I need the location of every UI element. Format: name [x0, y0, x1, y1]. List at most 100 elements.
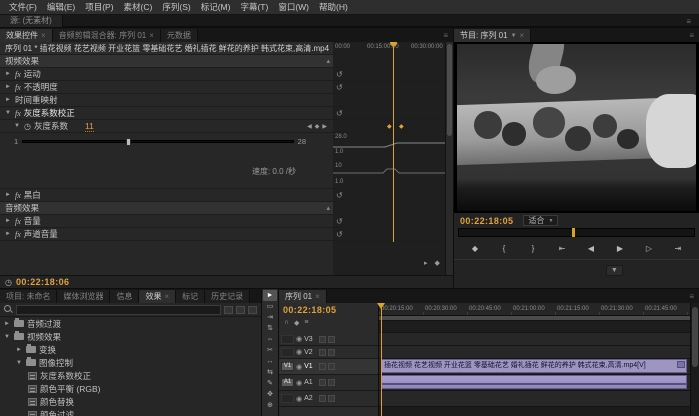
track-header-v3[interactable]: ◉ V3 [279, 333, 378, 346]
effect-item-color-balance-rgb[interactable]: 颜色平衡 (RGB) [0, 382, 261, 395]
mark-out-button[interactable]: } [526, 244, 540, 253]
toggle-animation-stopwatch-icon[interactable]: ◷ [24, 122, 31, 131]
effects-bin-audio-transitions[interactable]: ► 音频过渡 [0, 317, 261, 330]
close-icon[interactable]: × [149, 31, 154, 40]
track-style-icon[interactable] [328, 395, 336, 402]
prev-keyframe-button[interactable]: ◀ [307, 123, 312, 130]
video-clip[interactable]: 插花视频 花艺视频 开业花篮 零基础花艺 婚礼插花 鲜花的养护 韩式花束,高清.… [381, 359, 687, 373]
effects-bin-transform[interactable]: ► 变换 [0, 343, 261, 356]
32bit-effects-filter-icon[interactable] [236, 305, 245, 314]
snap-button[interactable]: ∩ [284, 319, 289, 326]
pen-tool[interactable]: ✎ [263, 378, 277, 389]
track-header-v1[interactable]: V1 ◉ V1 [279, 359, 378, 375]
track-style-icon[interactable] [328, 335, 336, 343]
effect-row-time-remapping[interactable]: ► 时间重映射 [0, 94, 453, 107]
program-timecode[interactable]: 00:22:18:05 [460, 216, 513, 226]
menu-window[interactable]: 窗口(W) [273, 0, 314, 14]
go-to-in-button[interactable]: ⇤ [555, 244, 569, 253]
toggle-track-mute-icon[interactable]: ◉ [296, 379, 302, 387]
tab-media-browser[interactable]: 媒体浏览器 [57, 290, 111, 303]
expand-triangle-icon[interactable]: ► [5, 97, 12, 103]
effect-row-volume[interactable]: ► fx 音量 ↺ [0, 215, 453, 228]
accelerated-effects-filter-icon[interactable] [224, 305, 233, 314]
audio-clip[interactable] [381, 375, 687, 389]
close-icon[interactable]: × [315, 292, 320, 301]
mark-in-button[interactable]: { [497, 244, 511, 253]
expand-triangle-icon[interactable]: ► [5, 231, 12, 237]
timeline-playhead[interactable] [377, 303, 385, 416]
add-marker-button[interactable]: ◆ [468, 244, 482, 253]
zoom-tool[interactable]: ⊕ [263, 400, 277, 411]
effect-controls-playhead[interactable] [390, 42, 397, 242]
close-icon[interactable]: × [41, 31, 46, 40]
effect-controls-scrollbar[interactable] [445, 42, 453, 275]
reset-effect-button[interactable]: ↺ [336, 217, 343, 226]
collapse-triangle-icon[interactable]: ▼ [4, 334, 11, 340]
menu-project[interactable]: 项目(P) [80, 0, 118, 14]
collapse-section-icon[interactable]: ▴ [326, 57, 330, 65]
button-editor-button[interactable]: ▼ [605, 265, 623, 276]
tab-info[interactable]: 信息 [110, 290, 140, 303]
slide-tool[interactable]: ⇆ [263, 367, 277, 378]
yuv-effects-filter-icon[interactable] [248, 305, 257, 314]
toggle-track-output-icon[interactable]: ◉ [296, 348, 302, 356]
program-scrubber[interactable] [458, 228, 695, 237]
effect-row-channel-volume[interactable]: ► fx 声道音量 ↺ [0, 228, 453, 241]
zoom-level-dropdown[interactable]: 适合 ▼ [523, 215, 559, 226]
ripple-edit-tool[interactable]: ⇥ [263, 312, 277, 323]
effect-row-gamma-correction[interactable]: ▼ fx 灰度系数校正 ↺ [0, 107, 453, 120]
effect-row-motion[interactable]: ► fx 运动 ↺ [0, 68, 453, 81]
next-keyframe-button[interactable]: ▶ [322, 123, 327, 130]
effect-row-opacity[interactable]: ► fx 不透明度 ↺ [0, 81, 453, 94]
tab-effects[interactable]: 效果 × [139, 290, 177, 303]
source-patch-v1[interactable]: V1 [281, 362, 294, 371]
expand-triangle-icon[interactable]: ▼ [14, 123, 21, 129]
track-lock-icon[interactable] [319, 395, 327, 402]
track-v1[interactable]: 插花视频 花艺视频 开业花篮 零基础花艺 婚礼插花 鲜花的养护 韩式花束,高清.… [379, 359, 690, 375]
toggle-track-output-icon[interactable]: ◉ [296, 363, 302, 371]
step-back-button[interactable]: ◀ [584, 244, 598, 253]
menu-edit[interactable]: 编辑(E) [42, 0, 80, 14]
panel-menu-icon[interactable]: ≡ [438, 31, 453, 40]
track-lock-icon[interactable] [319, 348, 327, 356]
source-patch-a1[interactable]: A1 [281, 378, 294, 387]
tab-markers[interactable]: 标记 [176, 290, 206, 303]
monitor-dropdown-icon[interactable]: ▼ [511, 33, 517, 39]
source-patch-empty[interactable] [281, 334, 294, 344]
step-forward-button[interactable]: ▷ [642, 244, 656, 253]
timeline-ruler[interactable]: 00:20:15:00 00:20:30:00 00:20:45:00 00:2… [379, 303, 690, 316]
gamma-slider-handle[interactable] [125, 138, 131, 146]
track-lock-icon[interactable] [319, 335, 327, 343]
track-a1[interactable] [379, 375, 690, 391]
tab-sequence-01[interactable]: 序列 01 × [279, 290, 327, 303]
collapse-section-icon[interactable]: ▴ [326, 204, 330, 212]
effect-row-black-white[interactable]: ► fx 黑白 ↺ [0, 189, 453, 202]
rate-stretch-tool[interactable]: ⇔ [263, 334, 277, 345]
effects-bin-video-effects[interactable]: ▼ 视频效果 [0, 330, 261, 343]
panel-menu-icon[interactable]: ≡ [684, 292, 699, 301]
menu-marker[interactable]: 标记(M) [196, 0, 236, 14]
param-row-gamma[interactable]: ▼ ◷ 灰度系数 11 ◀ ◆ ▶ ◆ ◆ [0, 120, 453, 133]
expand-triangle-icon[interactable]: ► [5, 84, 12, 90]
reset-effect-button[interactable]: ↺ [336, 191, 343, 200]
gamma-slider[interactable] [22, 138, 294, 146]
selection-tool[interactable]: ► [263, 290, 277, 301]
track-header-a2[interactable]: ◉ A2 [279, 391, 378, 407]
effect-item-color-pass[interactable]: 颜色过滤 [0, 408, 261, 416]
add-keyframe-button[interactable]: ◆ [315, 123, 320, 130]
expand-triangle-icon[interactable]: ► [16, 347, 23, 353]
track-v3[interactable] [379, 333, 690, 346]
expand-triangle-icon[interactable]: ► [5, 71, 12, 77]
track-a2[interactable] [379, 391, 690, 407]
slip-tool[interactable]: ↔ [263, 356, 277, 367]
reset-effect-button[interactable]: ↺ [336, 70, 343, 79]
go-to-out-button[interactable]: ⇥ [671, 244, 685, 253]
tab-program-monitor[interactable]: 节目: 序列 01 ▼ × [454, 29, 532, 42]
reset-effect-button[interactable]: ↺ [336, 230, 343, 239]
keyframe-icon[interactable]: ◆ [399, 123, 404, 130]
tab-metadata[interactable]: 元数据 [160, 29, 198, 42]
track-lock-icon[interactable] [319, 379, 327, 386]
expand-triangle-icon[interactable]: ► [5, 218, 12, 224]
tab-history[interactable]: 历史记录 [205, 290, 251, 303]
keyframe-icon[interactable]: ◆ [387, 123, 392, 130]
